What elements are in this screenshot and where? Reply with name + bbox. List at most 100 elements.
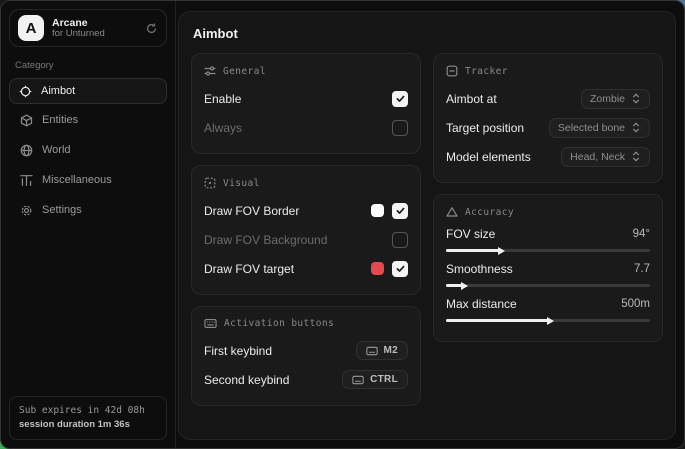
keyboard-icon xyxy=(366,346,378,356)
sidebar-item-label: Settings xyxy=(42,204,82,216)
aimbot-at-select[interactable]: Zombie xyxy=(581,89,650,109)
setting-row-first-keybind: First keybind M2 xyxy=(204,338,408,363)
enable-checkbox[interactable] xyxy=(392,91,408,107)
setting-row-always: Always xyxy=(204,115,408,140)
app-logo-card: A Arcane for Unturned xyxy=(9,9,167,47)
setting-label: Smoothness xyxy=(446,262,513,276)
columns-icon xyxy=(20,174,33,187)
gear-icon xyxy=(20,204,33,217)
setting-label: Second keybind xyxy=(204,373,289,387)
sliders-icon xyxy=(204,65,216,77)
app-name: Arcane xyxy=(52,17,137,29)
smoothness-value: 7.7 xyxy=(634,263,650,275)
setting-label: Always xyxy=(204,121,242,135)
always-checkbox[interactable] xyxy=(392,120,408,136)
setting-row-fov-border: Draw FOV Border xyxy=(204,198,408,223)
setting-label: Draw FOV Background xyxy=(204,233,327,247)
fov-size-slider[interactable] xyxy=(446,249,650,252)
sidebar-item-label: Entities xyxy=(42,114,78,126)
fov-size-slider-group: FOV size 94° xyxy=(446,227,650,252)
fov-size-value: 94° xyxy=(633,228,650,240)
sidebar-item-entities[interactable]: Entities xyxy=(9,107,167,133)
setting-label: Draw FOV target xyxy=(204,262,294,276)
activation-card: Activation buttons First keybind M2 xyxy=(191,306,421,406)
setting-label: Max distance xyxy=(446,297,517,311)
keyboard-icon xyxy=(352,375,364,385)
sidebar-item-label: Miscellaneous xyxy=(42,174,112,186)
setting-row-fov-background: Draw FOV Background xyxy=(204,227,408,252)
target-position-select[interactable]: Selected bone xyxy=(549,118,650,138)
sub-expiry-text: Sub expires in 42d 08h xyxy=(19,404,157,418)
app-window: A Arcane for Unturned Category Aimbot xyxy=(0,0,685,449)
max-distance-value: 500m xyxy=(621,298,650,310)
smoothness-slider-group: Smoothness 7.7 xyxy=(446,262,650,287)
first-keybind-button[interactable]: M2 xyxy=(356,341,409,360)
visual-card: Visual Draw FOV Border xyxy=(191,165,421,295)
setting-label: Enable xyxy=(204,92,241,106)
frame-minus-icon xyxy=(446,65,458,77)
section-header: Activation buttons xyxy=(224,318,334,329)
general-card: General Enable Always xyxy=(191,53,421,154)
setting-row-aimbot-at: Aimbot at Zombie xyxy=(446,86,650,111)
page-title: Aimbot xyxy=(193,26,663,41)
section-header: General xyxy=(223,66,266,77)
setting-label: First keybind xyxy=(204,344,272,358)
setting-row-enable: Enable xyxy=(204,86,408,111)
second-keybind-button[interactable]: CTRL xyxy=(342,370,408,389)
app-subtitle: for Unturned xyxy=(52,29,137,40)
setting-label: Target position xyxy=(446,121,524,135)
sidebar-item-settings[interactable]: Settings xyxy=(9,197,167,223)
sidebar-item-label: Aimbot xyxy=(41,85,75,97)
crosshair-icon xyxy=(19,85,32,98)
section-header: Tracker xyxy=(465,66,508,77)
setting-row-fov-target: Draw FOV target xyxy=(204,256,408,281)
fov-border-checkbox[interactable] xyxy=(392,203,408,219)
unfold-icon xyxy=(631,93,641,104)
select-value: Selected bone xyxy=(558,122,625,134)
slider-thumb[interactable] xyxy=(461,282,468,290)
right-column: Tracker Aimbot at Zombie xyxy=(433,53,663,342)
session-duration-text: session duration 1m 36s xyxy=(19,418,157,432)
fov-target-checkbox[interactable] xyxy=(392,261,408,277)
globe-icon xyxy=(20,144,33,157)
slider-thumb[interactable] xyxy=(498,247,505,255)
sidebar-item-label: World xyxy=(42,144,71,156)
setting-label: FOV size xyxy=(446,227,495,241)
unfold-icon xyxy=(631,122,641,133)
subscription-status-card: Sub expires in 42d 08h session duration … xyxy=(9,396,167,441)
sidebar-item-world[interactable]: World xyxy=(9,137,167,163)
main-area: Aimbot General xyxy=(176,1,684,448)
model-elements-select[interactable]: Head, Neck xyxy=(561,147,650,167)
setting-row-model-elements: Model elements Head, Neck xyxy=(446,144,650,169)
select-value: Zombie xyxy=(590,93,625,105)
setting-label: Aimbot at xyxy=(446,92,497,106)
sidebar: A Arcane for Unturned Category Aimbot xyxy=(1,1,176,448)
smoothness-slider[interactable] xyxy=(446,284,650,287)
keybind-value: M2 xyxy=(384,345,399,356)
accuracy-card: Accuracy FOV size 94° xyxy=(433,194,663,342)
keybind-value: CTRL xyxy=(370,374,398,385)
app-logo: A xyxy=(18,15,44,41)
setting-row-target-position: Target position Selected bone xyxy=(446,115,650,140)
setting-label: Draw FOV Border xyxy=(204,204,299,218)
fov-background-checkbox[interactable] xyxy=(392,232,408,248)
fov-target-color-swatch[interactable] xyxy=(371,262,384,275)
max-distance-slider-group: Max distance 500m xyxy=(446,297,650,322)
refresh-icon[interactable] xyxy=(145,22,158,35)
aimbot-panel: Aimbot General xyxy=(178,11,676,440)
slider-thumb[interactable] xyxy=(547,317,554,325)
max-distance-slider[interactable] xyxy=(446,319,650,322)
sidebar-item-miscellaneous[interactable]: Miscellaneous xyxy=(9,167,167,193)
select-value: Head, Neck xyxy=(570,151,625,163)
tracker-card: Tracker Aimbot at Zombie xyxy=(433,53,663,183)
sidebar-item-aimbot[interactable]: Aimbot xyxy=(9,78,167,104)
section-header: Accuracy xyxy=(465,207,514,218)
keyboard-icon xyxy=(204,318,217,329)
section-header: Visual xyxy=(223,178,260,189)
unfold-icon xyxy=(631,151,641,162)
setting-label: Model elements xyxy=(446,150,531,164)
cube-icon xyxy=(20,114,33,127)
focus-icon xyxy=(204,177,216,189)
fov-border-color-swatch[interactable] xyxy=(371,204,384,217)
setting-row-second-keybind: Second keybind CTRL xyxy=(204,367,408,392)
